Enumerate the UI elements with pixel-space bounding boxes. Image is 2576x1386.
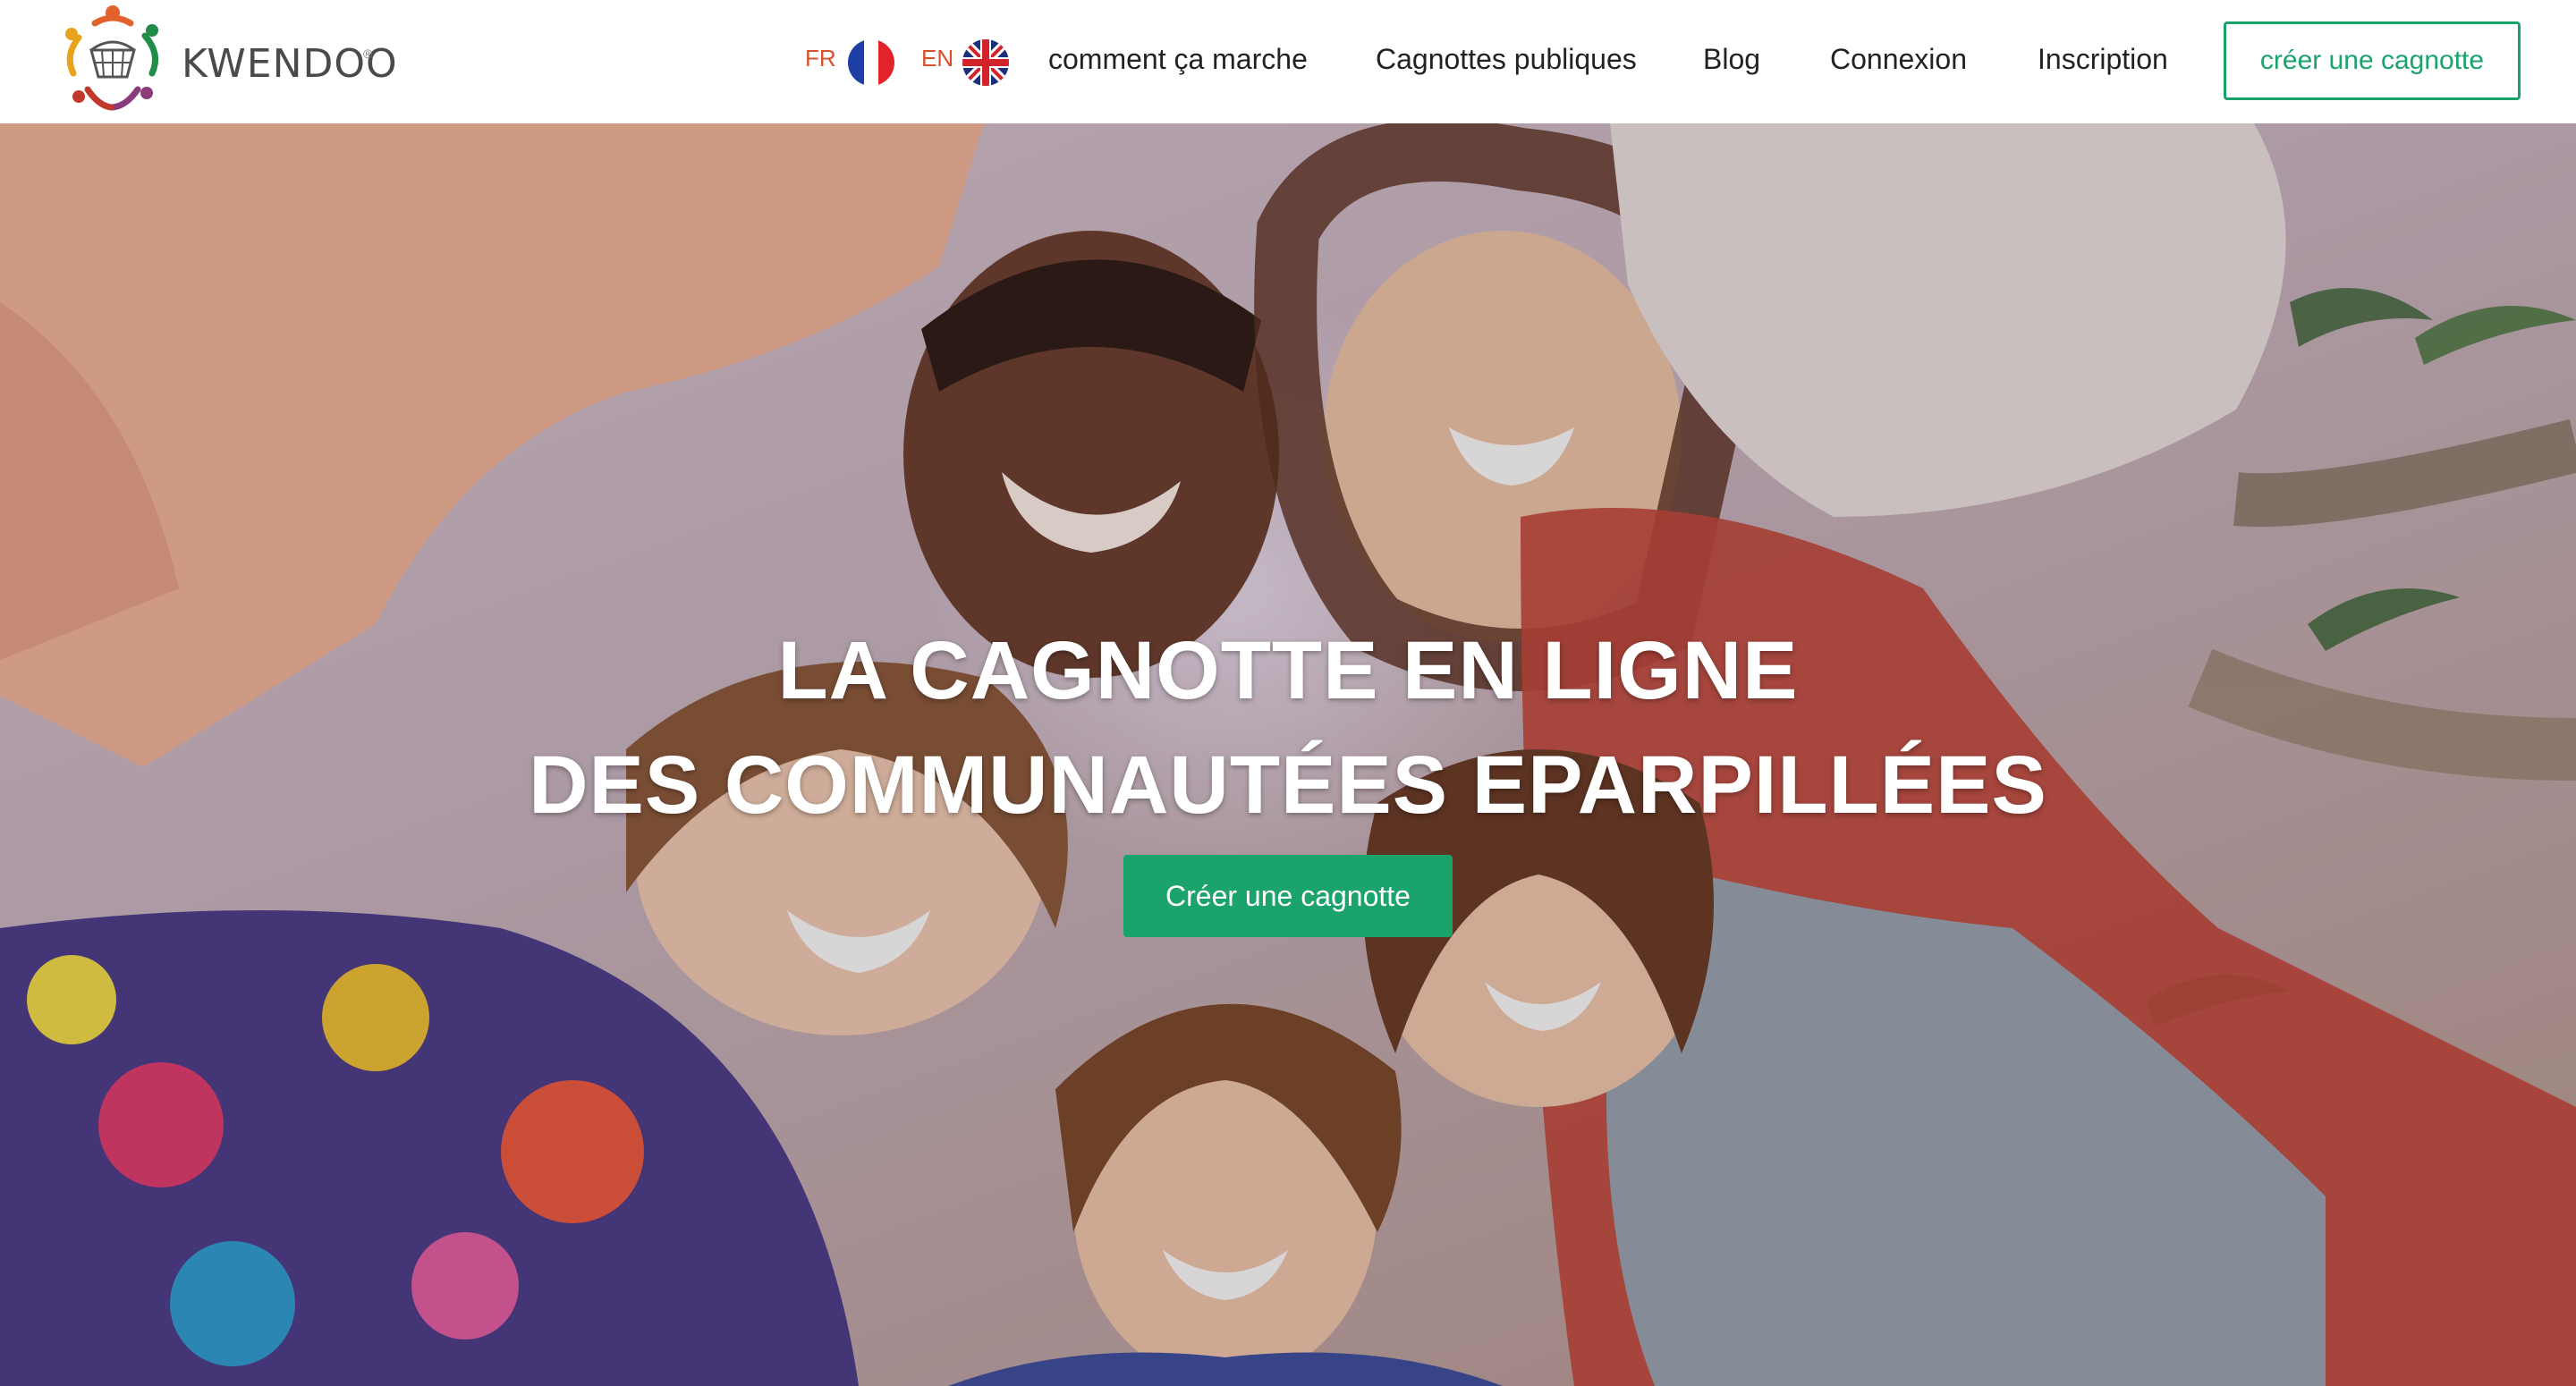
- registered-mark: ®: [363, 46, 373, 61]
- lang-code-en: EN: [921, 45, 954, 72]
- nav-how-it-works[interactable]: comment ça marche: [1048, 43, 1308, 76]
- lang-code-fr: FR: [805, 45, 836, 72]
- logo-mark-icon: [65, 5, 159, 111]
- nav-public-pots[interactable]: Cagnottes publiques: [1376, 43, 1637, 76]
- france-flag-icon: [848, 39, 894, 86]
- nav-signup[interactable]: Inscription: [2038, 43, 2168, 76]
- nav-login[interactable]: Connexion: [1830, 43, 1967, 76]
- nav-blog[interactable]: Blog: [1703, 43, 1760, 76]
- site-header: KWENDOO ® FR EN comment ça marche Cagnot…: [0, 0, 2576, 123]
- hero-banner: LA CAGNOTTE EN LIGNE DES COMMUNAUTÉES EP…: [0, 123, 2576, 1386]
- uk-flag-icon: [962, 39, 1009, 86]
- kwendoo-logo[interactable]: KWENDOO ®: [52, 4, 397, 120]
- hero-headline-line2: DES COMMUNAUTÉES EPARPILLÉES: [529, 739, 2047, 831]
- create-pot-header-button[interactable]: créer une cagnotte: [2224, 21, 2521, 100]
- create-pot-hero-button[interactable]: Créer une cagnotte: [1123, 855, 1453, 937]
- lang-switch-fr[interactable]: FR: [805, 39, 903, 86]
- hero-headline-line1: LA CAGNOTTE EN LIGNE: [777, 625, 1799, 716]
- lang-switch-en[interactable]: EN: [921, 39, 1038, 86]
